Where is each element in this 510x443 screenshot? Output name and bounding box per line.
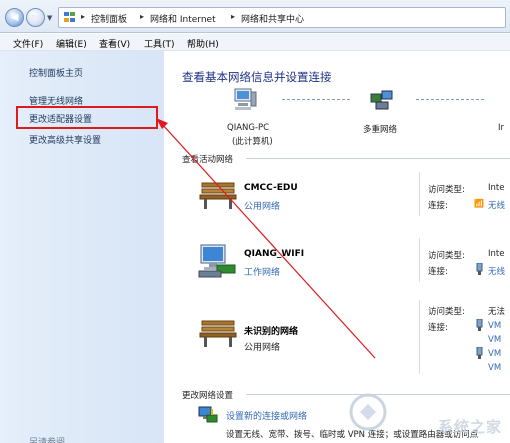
annotation-arrow bbox=[156, 118, 376, 359]
